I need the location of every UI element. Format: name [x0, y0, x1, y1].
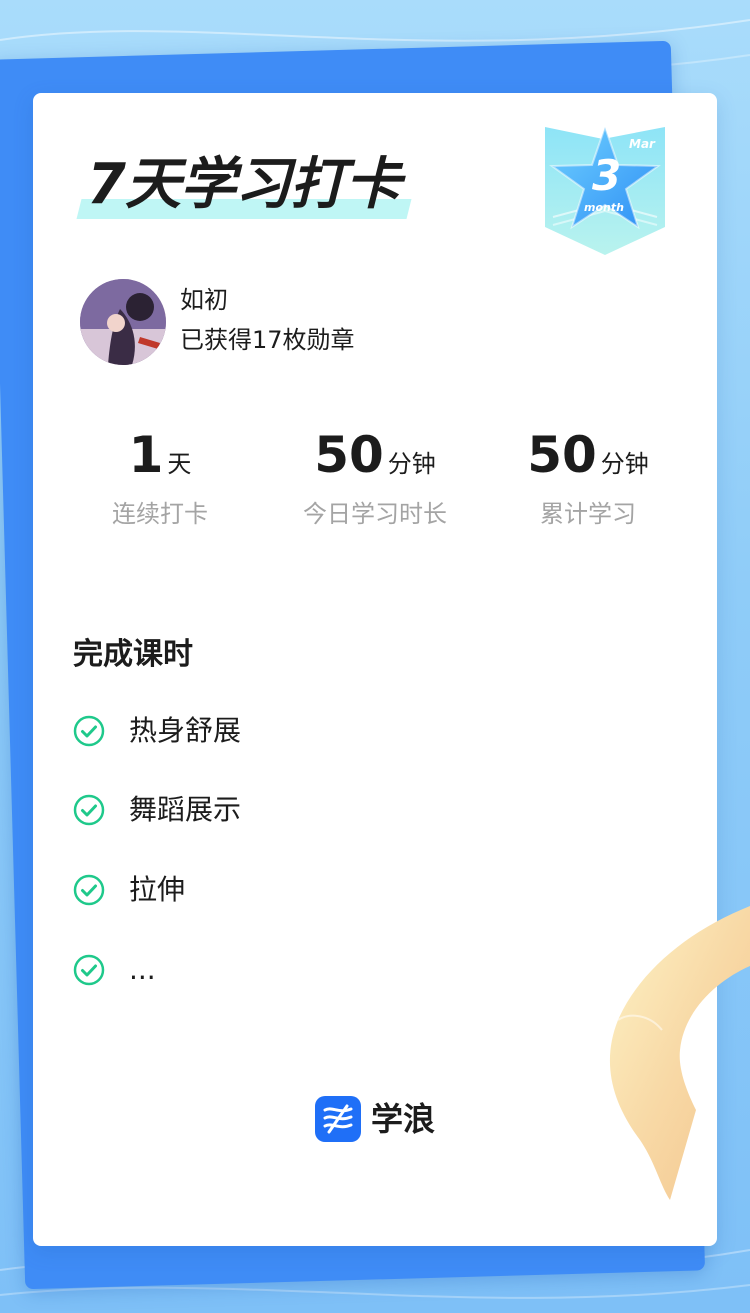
badge-unit: month [584, 201, 624, 214]
lesson-label: 拉伸 [129, 873, 186, 906]
lesson-label: 舞蹈展示 [129, 793, 242, 826]
badge-number: 3 [592, 151, 622, 200]
avatar [80, 279, 166, 365]
month-badge: Mar 3 month [543, 123, 667, 257]
stat-today-duration: 50 分钟 今日学习时长 [261, 423, 489, 529]
badge-month-abbr: Mar [629, 137, 655, 151]
stat-unit: 天 [167, 450, 192, 478]
avatar-image [80, 279, 166, 365]
brand-name: 学浪 [371, 1100, 436, 1138]
lessons-title: 完成课时 [73, 637, 193, 672]
xuelang-logo-icon [315, 1096, 361, 1142]
lesson-item: 拉伸 [73, 870, 185, 910]
stat-value: 50 [314, 426, 384, 484]
stat-label: 连续打卡 [112, 500, 208, 528]
brand-footer: 学浪 [315, 1095, 435, 1143]
medal-count: 已获得17枚勋章 [180, 326, 355, 354]
stat-label: 累计学习 [540, 500, 636, 528]
stat-value: 1 [128, 426, 164, 484]
stat-streak: 1 天 连续打卡 [46, 423, 274, 529]
stat-unit: 分钟 [387, 450, 436, 478]
stat-label: 今日学习时长 [303, 500, 447, 528]
lesson-item: ... [73, 950, 156, 990]
page-title: 7天学习打卡 [87, 152, 401, 217]
lesson-item: 热身舒展 [73, 711, 241, 751]
ribbon-decoration [609, 906, 750, 1200]
title-area: 7天学习打卡 [76, 152, 423, 223]
stat-unit: 分钟 [600, 450, 649, 478]
stat-total-duration: 50 分钟 累计学习 [474, 423, 702, 529]
check-circle-icon [73, 715, 105, 747]
stat-value: 50 [527, 426, 597, 484]
check-circle-icon [73, 794, 105, 826]
check-circle-icon [73, 874, 105, 906]
check-circle-icon [73, 954, 105, 986]
lesson-label: 热身舒展 [129, 714, 242, 747]
user-name: 如初 [180, 286, 228, 314]
lesson-label: ... [129, 953, 156, 986]
lesson-item: 舞蹈展示 [73, 790, 241, 830]
